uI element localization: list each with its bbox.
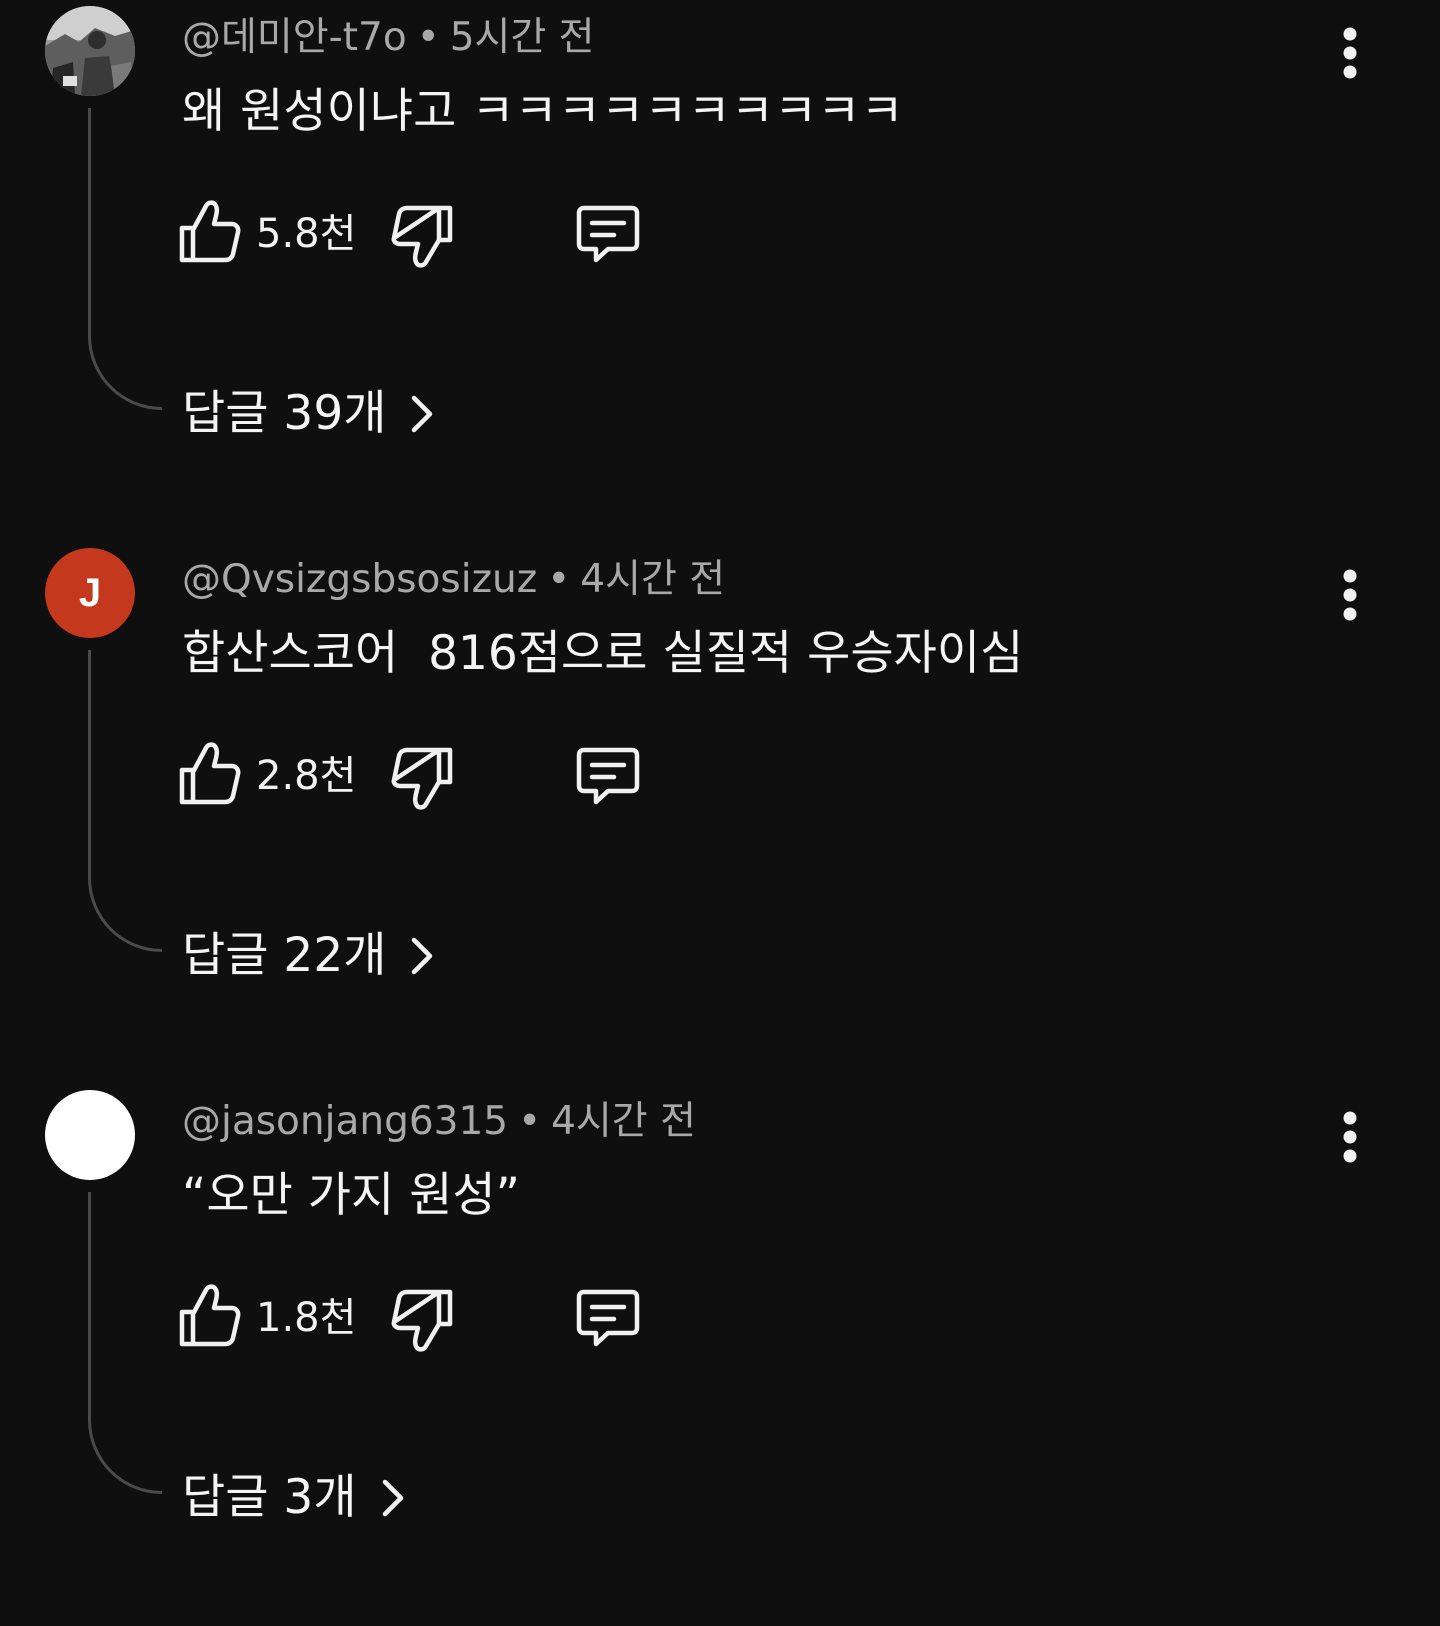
avatar[interactable]: J [45,548,135,638]
replies-button[interactable]: 답글 39개 [182,384,436,444]
thumbs-down-icon[interactable] [390,1284,454,1354]
replies-label: 답글 39개 [182,386,387,441]
thumbs-up-icon[interactable] [178,198,242,266]
comment-icon[interactable] [574,200,642,268]
avatar-letter: J [78,570,102,615]
thumbs-down-icon[interactable] [390,742,454,812]
like-count: 2.8천 [256,753,357,799]
replies-button[interactable]: 답글 3개 [182,1468,407,1528]
comment-icon[interactable] [574,742,642,810]
replies-label: 답글 3개 [182,1470,357,1525]
comment-time: 4시간 전 [551,1099,696,1144]
comment-actions: 2.8천 [178,738,698,814]
comment-item: @jasonjang6315 • 4시간 전 “오만 가지 원성” 1.8천 답… [0,1084,1440,1626]
chevron-right-icon [408,936,436,976]
comment-time: 4시간 전 [580,557,726,602]
thumbs-up-icon[interactable] [178,1282,242,1350]
chevron-right-icon [379,1478,407,1518]
author-handle[interactable]: @jasonjang6315 [182,1099,508,1144]
replies-label: 답글 22개 [182,928,387,983]
comment-item: J @Qvsizgsbsosizuz • 4시간 전 합산스코어 816점으로 실질… [0,542,1440,1084]
comment-text: 합산스코어 816점으로 실질적 우승자이심 [182,626,1024,681]
comment-time: 5시간 전 [449,15,595,60]
comment-text: “오만 가지 원성” [182,1168,521,1223]
thread-line [88,108,162,410]
comment-icon[interactable] [574,1284,642,1352]
like-count: 5.8천 [256,211,357,257]
thumbs-down-icon[interactable] [390,200,454,270]
comment-text: 왜 원성이냐고 ㅋㅋㅋㅋㅋㅋㅋㅋㅋㅋ [182,84,904,139]
more-vert-icon[interactable] [1322,560,1378,630]
thread-line [88,1192,162,1494]
comment-actions: 5.8천 [178,196,698,272]
chevron-right-icon [408,394,436,434]
more-vert-icon[interactable] [1322,1102,1378,1172]
author-handle[interactable]: @Qvsizgsbsosizuz [182,557,537,602]
more-vert-icon[interactable] [1322,18,1378,88]
avatar[interactable] [45,6,135,96]
meta-separator: • [547,557,571,602]
avatar[interactable] [45,1090,135,1180]
thread-line [88,650,162,952]
comment-meta: @Qvsizgsbsosizuz • 4시간 전 [182,552,725,608]
author-handle[interactable]: @데미안-t7o [182,15,407,60]
comment-actions: 1.8천 [178,1280,698,1356]
comment-item: @데미안-t7o•5시간 전 왜 원성이냐고 ㅋㅋㅋㅋㅋㅋㅋㅋㅋㅋ 5.8천 [0,0,1440,542]
comment-meta: @데미안-t7o • 5시간 전 [182,10,595,66]
meta-separator: • [416,15,440,60]
comment-meta: @jasonjang6315 • 4시간 전 [182,1094,696,1150]
thumbs-up-icon[interactable] [178,740,242,808]
replies-button[interactable]: 답글 22개 [182,926,436,986]
like-count: 1.8천 [256,1295,357,1341]
meta-separator: • [518,1099,542,1144]
